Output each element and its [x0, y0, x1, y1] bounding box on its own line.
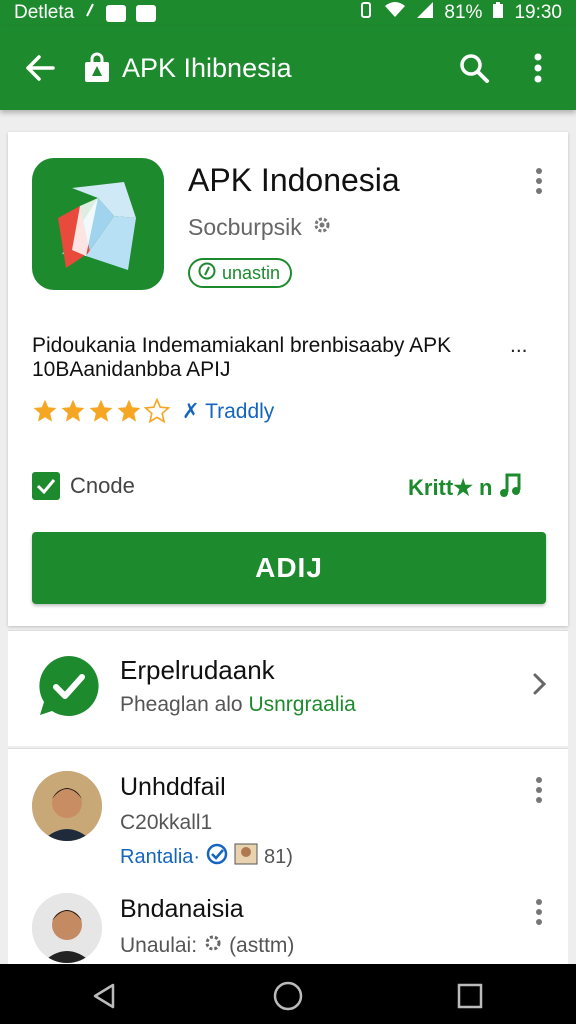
- review-author: Bndanaisia: [120, 895, 244, 923]
- review-text-row: Unaulai: (asttm): [120, 933, 294, 959]
- app-bar-title: APK Ihibnesia: [122, 52, 292, 83]
- rating-row[interactable]: ✗ Traddly: [32, 398, 274, 424]
- review-more-icon[interactable]: [528, 897, 550, 927]
- chevron-right-icon[interactable]: [528, 669, 550, 699]
- green-info-row: Kritt★ n: [408, 472, 521, 504]
- review-more-icon[interactable]: [528, 775, 550, 805]
- music-note-icon: [499, 472, 521, 504]
- vibrate-icon: [358, 1, 374, 25]
- status-bar: Detleta 81% 19:30: [0, 0, 576, 26]
- star-filled-icon: [61, 399, 85, 422]
- promo-subtitle-prefix: Pheaglan alo: [120, 693, 243, 716]
- clock-icon: [198, 262, 216, 285]
- cell-signal-icon: [416, 1, 434, 25]
- developer-row[interactable]: Socburpsik: [188, 214, 332, 241]
- check-circle-icon: [206, 843, 228, 871]
- reviews-section: Unhddfail C20kkall1 Rantalia· 81) Bndana: [8, 748, 568, 964]
- star-filled-icon: [117, 399, 141, 422]
- review-meta-label[interactable]: Rantalia·: [120, 846, 200, 869]
- review-text: Unaulai:: [120, 934, 198, 957]
- battery-percent: 81%: [444, 2, 483, 23]
- developer-name[interactable]: Socburpsik: [188, 214, 302, 241]
- install-button[interactable]: ADIJ: [32, 532, 546, 604]
- avatar[interactable]: [32, 771, 102, 841]
- card-more-icon[interactable]: [528, 166, 550, 196]
- star-filled-icon: [89, 399, 113, 422]
- back-arrow-icon[interactable]: [20, 48, 60, 88]
- rating-label[interactable]: ✗ Traddly: [182, 399, 274, 424]
- gallery-icon: [106, 4, 127, 22]
- more-vert-icon[interactable]: [522, 48, 554, 88]
- review-text: C20kkall1: [120, 811, 213, 834]
- review-item: Bndanaisia Unaulai: (asttm): [8, 893, 568, 964]
- review-author: Unhddfail: [120, 773, 226, 801]
- app-description: Pidoukania Indemamiakanl brenbisaaby APK…: [32, 334, 552, 382]
- app-logo[interactable]: [32, 158, 164, 290]
- review-item: Unhddfail C20kkall1 Rantalia· 81): [8, 771, 568, 891]
- review-meta-extra: (asttm): [229, 934, 295, 957]
- gear-icon: [312, 214, 332, 241]
- mini-avatar-icon: [234, 843, 258, 871]
- clock: 19:30: [514, 2, 562, 23]
- navigation-bar: [0, 964, 576, 1024]
- shopping-bag-icon: [82, 51, 112, 85]
- description-line-2: 10BAanidanbba APIJ: [32, 358, 231, 381]
- settings-icon: [203, 933, 223, 959]
- checkbox-row[interactable]: Cnode: [32, 472, 135, 500]
- app-detail-card: APK Indonesia Socburpsik unastin Pidouka…: [8, 132, 568, 626]
- promo-subtitle-accent[interactable]: Usnrgraalia: [248, 693, 355, 716]
- status-badge: unastin: [188, 258, 293, 288]
- search-icon[interactable]: [454, 48, 494, 88]
- avatar[interactable]: [32, 893, 102, 963]
- review-meta: Rantalia· 81): [120, 843, 293, 871]
- checkbox-label: Cnode: [70, 473, 135, 498]
- checkbox[interactable]: [32, 472, 60, 500]
- nav-home-icon[interactable]: [270, 978, 306, 1014]
- description-line-1: Pidoukania Indemamiakanl brenbisaaby APK: [32, 334, 452, 357]
- green-label: Kritt★ n: [408, 475, 493, 500]
- nav-back-icon[interactable]: [86, 978, 122, 1014]
- carrier-label: Detleta: [14, 2, 75, 23]
- review-meta-extra: 81): [264, 845, 293, 868]
- promo-title: Erpelrudaank: [120, 655, 275, 685]
- whatsapp-icon: [36, 653, 102, 719]
- wifi-icon: [384, 1, 406, 25]
- promo-row[interactable]: Erpelrudaank Pheaglan alo Usnrgraalia: [8, 630, 568, 746]
- star-filled-icon: [33, 399, 57, 422]
- app-bar: APK Ihibnesia: [0, 26, 576, 110]
- promo-subtitle: Pheaglan alo Usnrgraalia: [120, 693, 356, 717]
- star-empty-icon: [144, 398, 170, 424]
- nav-recents-icon[interactable]: [452, 978, 488, 1014]
- image-icon: [136, 4, 157, 22]
- signal-slash-icon: [84, 2, 96, 24]
- app-name: APK Indonesia: [188, 162, 400, 198]
- description-more[interactable]: ...: [510, 334, 528, 358]
- badge-label: unastin: [222, 262, 281, 283]
- battery-icon: [492, 1, 504, 25]
